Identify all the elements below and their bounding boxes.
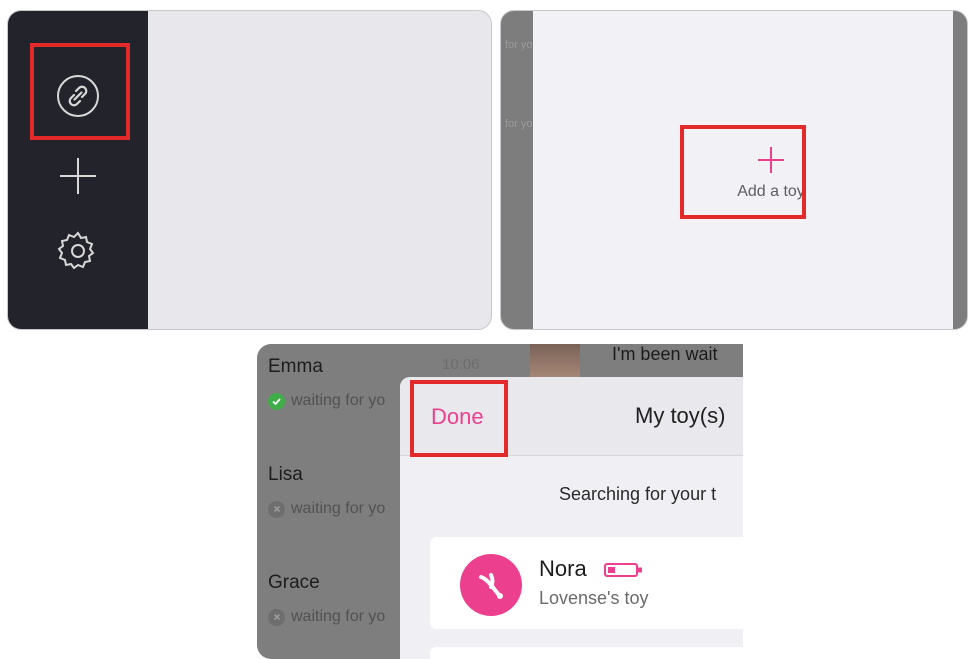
online-check-icon bbox=[268, 392, 285, 410]
toy-card[interactable] bbox=[430, 647, 743, 659]
sidebar bbox=[8, 11, 148, 329]
background-text: for yo bbox=[505, 118, 533, 130]
plus-icon bbox=[758, 147, 784, 173]
contact-name: Grace bbox=[268, 572, 320, 593]
status-text: waiting for yo bbox=[291, 392, 386, 409]
searching-text: Searching for your t bbox=[559, 484, 717, 504]
status-text: waiting for yo bbox=[291, 500, 386, 517]
toy-icon bbox=[460, 554, 522, 616]
toy-name: Nora bbox=[539, 556, 587, 581]
link-icon bbox=[57, 75, 99, 117]
add-toy-label: Add a toy bbox=[737, 183, 805, 200]
contact-status: waiting for yo bbox=[268, 392, 403, 410]
contact-item[interactable]: Lisa waiting for yo bbox=[268, 464, 385, 518]
background-text: for yo bbox=[505, 39, 533, 51]
contact-status: waiting for yo bbox=[268, 500, 403, 518]
chat-message: I'm been wait bbox=[612, 344, 718, 364]
add-toy-sheet: Add a toy bbox=[533, 11, 953, 329]
toy-card[interactable]: Nora Lovense's toy bbox=[430, 537, 743, 629]
offline-icon bbox=[268, 608, 285, 626]
status-text: waiting for yo bbox=[291, 608, 386, 625]
gear-icon bbox=[57, 231, 95, 270]
done-button[interactable]: Done bbox=[431, 404, 484, 430]
add-toy-button[interactable]: Add a toy bbox=[716, 131, 826, 217]
settings-button[interactable] bbox=[8, 216, 148, 286]
contact-name: Lisa bbox=[268, 464, 303, 485]
contact-item[interactable]: Grace waiting for yo bbox=[268, 572, 385, 626]
link-button[interactable] bbox=[8, 61, 148, 131]
sidebar-panel bbox=[7, 10, 492, 330]
add-button[interactable] bbox=[8, 146, 148, 206]
battery-low-icon bbox=[604, 563, 642, 577]
contact-name: Emma bbox=[268, 356, 323, 377]
my-toys-panel: Emma waiting for yo 10:06 Lisa waiting f… bbox=[257, 344, 743, 659]
my-toys-modal: Done My toy(s) Searching for your t Nora bbox=[400, 377, 743, 659]
contact-status: waiting for yo bbox=[268, 608, 403, 626]
add-toy-panel: for yo for yo Add a toy bbox=[500, 10, 968, 330]
modal-header: Done My toy(s) bbox=[400, 377, 743, 456]
offline-icon bbox=[268, 500, 285, 518]
contact-item[interactable]: Emma waiting for yo bbox=[268, 356, 385, 410]
modal-title: My toy(s) bbox=[635, 403, 726, 428]
toy-subtitle: Lovense's toy bbox=[539, 588, 649, 608]
avatar bbox=[530, 344, 580, 377]
plus-icon bbox=[60, 158, 96, 194]
message-time: 10:06 bbox=[442, 356, 480, 373]
